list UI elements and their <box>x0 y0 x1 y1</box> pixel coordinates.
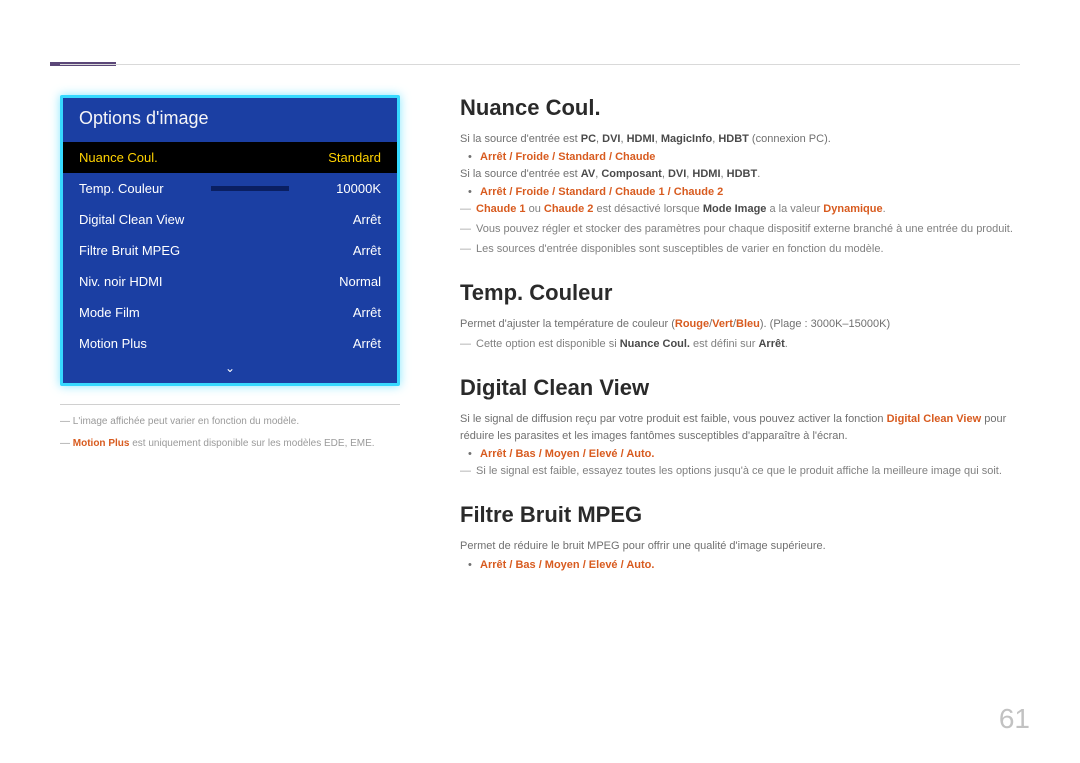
menu-item-label: Mode Film <box>79 305 140 320</box>
menu-item-digital-clean-view[interactable]: Digital Clean View Arrêt <box>63 204 397 235</box>
menu-item-filtre-bruit-mpeg[interactable]: Filtre Bruit MPEG Arrêt <box>63 235 397 266</box>
menu-item-motion-plus[interactable]: Motion Plus Arrêt <box>63 328 397 359</box>
menu-item-value: Arrêt <box>353 212 381 227</box>
section-nuance-coul: Nuance Coul. Si la source d'entrée est P… <box>460 95 1020 258</box>
section-heading: Nuance Coul. <box>460 95 1020 121</box>
section-temp-couleur: Temp. Couleur Permet d'ajuster la tempér… <box>460 280 1020 353</box>
paragraph: Permet de réduire le bruit MPEG pour off… <box>460 538 1020 555</box>
note-line: ―Vous pouvez régler et stocker des param… <box>460 221 1020 238</box>
paragraph: Si le signal de diffusion reçu par votre… <box>460 411 1020 445</box>
bullet-item: Arrêt / Froide / Standard / Chaude 1 / C… <box>460 186 1020 198</box>
menu-item-label: Filtre Bruit MPEG <box>79 243 180 258</box>
section-heading: Filtre Bruit MPEG <box>460 502 1020 528</box>
options-image-menu[interactable]: Options d'image Nuance Coul. Standard Te… <box>60 95 400 386</box>
menu-title: Options d'image <box>63 98 397 142</box>
temp-couleur-slider[interactable] <box>211 186 289 191</box>
note-line: ―Les sources d'entrée disponibles sont s… <box>460 241 1020 258</box>
menu-item-value: 10000K <box>336 181 381 196</box>
section-heading: Digital Clean View <box>460 375 1020 401</box>
menu-item-temp-couleur[interactable]: Temp. Couleur 10000K <box>63 173 397 204</box>
footnotes-block: ― L'image affichée peut varier en foncti… <box>60 404 400 451</box>
menu-item-value: Arrêt <box>353 336 381 351</box>
paragraph: Si la source d'entrée est AV, Composant,… <box>460 166 1020 183</box>
menu-item-niv-noir-hdmi[interactable]: Niv. noir HDMI Normal <box>63 266 397 297</box>
bullet-item: Arrêt / Bas / Moyen / Elevé / Auto. <box>460 448 1020 460</box>
note-line: ―Chaude 1 ou Chaude 2 est désactivé lors… <box>460 201 1020 218</box>
menu-item-label: Nuance Coul. <box>79 150 158 165</box>
chevron-down-icon[interactable]: ⌄ <box>63 359 397 383</box>
paragraph: Permet d'ajuster la température de coule… <box>460 316 1020 333</box>
menu-item-nuance-coul[interactable]: Nuance Coul. Standard <box>63 142 397 173</box>
menu-item-value: Arrêt <box>353 243 381 258</box>
bullet-item: Arrêt / Bas / Moyen / Elevé / Auto. <box>460 559 1020 571</box>
menu-item-value: Arrêt <box>353 305 381 320</box>
menu-item-mode-film[interactable]: Mode Film Arrêt <box>63 297 397 328</box>
menu-item-value: Normal <box>339 274 381 289</box>
note-line: ―Cette option est disponible si Nuance C… <box>460 336 1020 353</box>
note-line: ―Si le signal est faible, essayez toutes… <box>460 463 1020 480</box>
header-divider <box>60 64 1020 65</box>
bullet-item: Arrêt / Froide / Standard / Chaude <box>460 151 1020 163</box>
paragraph: Si la source d'entrée est PC, DVI, HDMI,… <box>460 131 1020 148</box>
section-digital-clean-view: Digital Clean View Si le signal de diffu… <box>460 375 1020 480</box>
section-filtre-bruit-mpeg: Filtre Bruit MPEG Permet de réduire le b… <box>460 502 1020 570</box>
footnote-1: ― L'image affichée peut varier en foncti… <box>60 415 400 429</box>
footnote-2: ― Motion Plus est uniquement disponible … <box>60 437 400 451</box>
menu-item-label: Motion Plus <box>79 336 147 351</box>
menu-item-label: Digital Clean View <box>79 212 184 227</box>
menu-item-value: Standard <box>328 150 381 165</box>
menu-item-label: Niv. noir HDMI <box>79 274 163 289</box>
page-number: 61 <box>999 703 1030 735</box>
section-heading: Temp. Couleur <box>460 280 1020 306</box>
menu-item-label: Temp. Couleur <box>79 181 164 196</box>
